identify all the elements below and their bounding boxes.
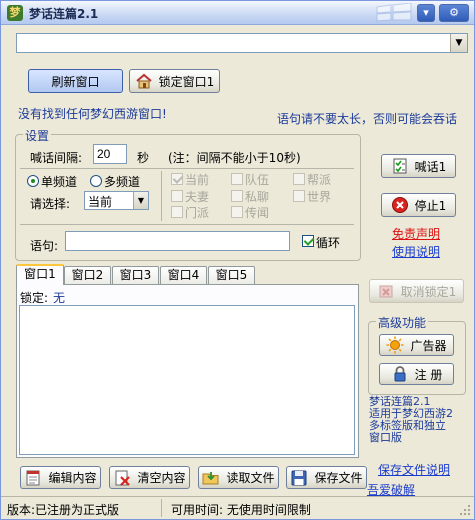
channel-private-label: 私聊: [245, 190, 270, 204]
floppy-disk-icon: [291, 470, 307, 485]
interval-unit: 秒: [137, 151, 150, 165]
title-bar[interactable]: 梦 梦话连篇2.1 ▾ ⚙: [1, 1, 474, 25]
read-file-button[interactable]: 读取文件: [198, 466, 279, 489]
tab-window-5[interactable]: 窗口5: [208, 266, 255, 284]
app-logo-icon: 梦: [7, 5, 23, 21]
channel-current-label: 当前: [185, 173, 210, 187]
channel-rumor-label: 传闻: [245, 206, 270, 220]
channel-world-label: 世界: [307, 190, 332, 204]
settings-divider: [20, 168, 354, 169]
channel-guild-label: 帮派: [307, 173, 332, 187]
multi-channel-radio[interactable]: [90, 175, 102, 187]
tab-window-4[interactable]: 窗口4: [160, 266, 207, 284]
channel-select[interactable]: 当前 ▼: [84, 191, 149, 210]
minimize-button[interactable]: ▾: [417, 4, 435, 22]
refresh-window-button[interactable]: 刷新窗口: [28, 69, 123, 93]
channel-select-value: 当前: [88, 195, 113, 209]
tab-window-1[interactable]: 窗口1: [16, 264, 64, 285]
settings-divider-2: [20, 224, 354, 225]
version-status: 版本:已注册为正式版: [7, 503, 120, 517]
single-channel-radio[interactable]: [27, 175, 39, 187]
channel-current-checkbox[interactable]: [171, 173, 183, 185]
multi-channel-label[interactable]: 多频道: [104, 173, 140, 190]
save-help-link[interactable]: 保存文件说明: [378, 461, 450, 478]
shout-label: 喊话1: [414, 159, 447, 174]
sun-icon: [386, 336, 404, 354]
tab-window-3[interactable]: 窗口3: [112, 266, 159, 284]
notepad-icon: [26, 470, 40, 485]
channel-team-checkbox[interactable]: [231, 173, 243, 185]
stop-icon: [391, 197, 408, 213]
lock-window-button[interactable]: 锁定窗口1: [129, 69, 220, 93]
channel-private-checkbox[interactable]: [231, 190, 243, 202]
stop-label: 停止1: [414, 198, 447, 213]
shout-button[interactable]: 喊话1: [381, 154, 456, 178]
window-select-combo[interactable]: ▼: [16, 33, 468, 53]
clear-content-button[interactable]: 清空内容: [109, 466, 190, 489]
settings-group-label: 设置: [23, 127, 52, 144]
disclaimer-link[interactable]: 免责声明: [392, 225, 440, 242]
unlock-label: 取消锁定1: [400, 284, 457, 299]
delete-document-icon: [115, 470, 131, 486]
no-window-message: 没有找到任何梦幻西游窗口!: [18, 107, 167, 121]
interval-label: 喊话间隔:: [30, 151, 83, 165]
advanced-group-label: 高级功能: [376, 314, 429, 331]
content-textarea[interactable]: [19, 305, 355, 455]
read-file-label: 读取文件: [226, 471, 275, 485]
save-file-button[interactable]: 保存文件: [286, 466, 367, 489]
chevron-down-icon[interactable]: ▼: [133, 192, 148, 209]
usage-link[interactable]: 使用说明: [392, 243, 440, 260]
lock-status-label: 锁定:: [20, 291, 49, 305]
choose-label: 请选择:: [30, 197, 71, 211]
unlock-icon: [379, 285, 393, 298]
channel-world-checkbox[interactable]: [293, 190, 305, 202]
edit-content-button[interactable]: 编辑内容: [20, 466, 101, 489]
refresh-window-label: 刷新窗口: [51, 74, 100, 89]
unlock-button[interactable]: 取消锁定1: [369, 279, 464, 303]
ads-label: 广告器: [410, 338, 447, 353]
interval-input[interactable]: [93, 144, 127, 164]
edit-content-label: 编辑内容: [48, 471, 97, 485]
channel-guild-checkbox[interactable]: [293, 173, 305, 185]
channel-sect-label: 门派: [185, 206, 210, 220]
padlock-icon: [394, 366, 406, 382]
lock-window-label: 锁定窗口1: [158, 74, 215, 89]
sentence-label: 语句:: [30, 239, 59, 253]
channel-team-label: 队伍: [245, 173, 270, 187]
register-label: 注 册: [414, 367, 443, 382]
house-icon: [136, 73, 152, 89]
register-button[interactable]: 注 册: [379, 363, 454, 385]
settings-close-button[interactable]: ⚙: [439, 4, 469, 22]
sentence-input[interactable]: [65, 231, 290, 251]
ads-button[interactable]: 广告器: [379, 334, 454, 356]
save-file-label: 保存文件: [314, 471, 363, 485]
stop-button[interactable]: 停止1: [381, 193, 456, 217]
about-text: 梦话连篇2.1 适用于梦幻西游2 多标签版和独立 窗口版: [369, 395, 453, 444]
loop-label[interactable]: 循环: [316, 234, 340, 251]
channel-sect-checkbox[interactable]: [171, 206, 183, 218]
clear-content-label: 清空内容: [137, 471, 186, 485]
loop-checkbox[interactable]: [302, 235, 314, 247]
channel-spouse-checkbox[interactable]: [171, 190, 183, 202]
channel-divider: [161, 171, 162, 221]
tab-window-2[interactable]: 窗口2: [64, 266, 111, 284]
channel-rumor-checkbox[interactable]: [231, 206, 243, 218]
chevron-down-icon[interactable]: ▼: [450, 34, 467, 52]
window-title: 梦话连篇2.1: [29, 7, 99, 21]
lock-status-value: 无: [53, 291, 66, 305]
single-channel-label[interactable]: 单频道: [41, 173, 77, 190]
main-window: 梦 梦话连篇2.1 ▾ ⚙ ▼ 刷新窗口 锁定窗口1 没有找到任何梦幻西游窗口!…: [0, 0, 475, 520]
channel-spouse-label: 夫妻: [185, 190, 210, 204]
status-divider: [161, 499, 162, 517]
checklist-icon: [393, 158, 407, 174]
windows-flag-decoration-icon: [376, 3, 412, 22]
interval-note: (注：间隔不能小于10秒): [168, 151, 301, 165]
folder-open-icon: [202, 471, 219, 484]
resize-grip-icon[interactable]: [459, 504, 472, 517]
length-warning-message: 语句请不要太长，否则可能会吞话: [277, 112, 458, 126]
time-status: 可用时间: 无使用时间限制: [171, 503, 311, 517]
